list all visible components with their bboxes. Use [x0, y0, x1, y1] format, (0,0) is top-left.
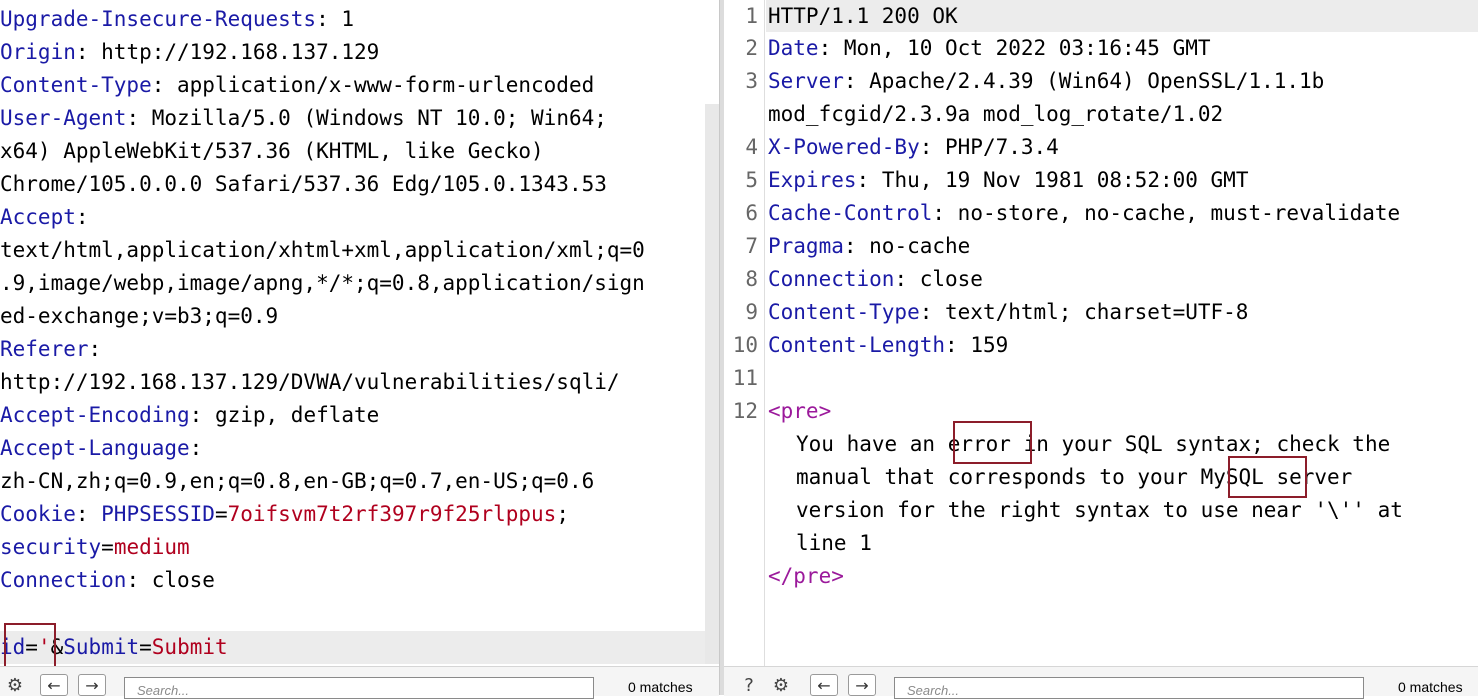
line-number: 12 — [732, 399, 758, 423]
request-header-continuation: Chrome/105.0.0.0 Safari/537.36 Edg/105.0… — [0, 172, 607, 196]
request-search-input[interactable]: Search... — [124, 677, 594, 699]
response-header-line: Content-Length: 159 — [768, 333, 1009, 357]
next-match-button[interactable]: → — [78, 674, 106, 696]
line-number: 5 — [745, 168, 758, 192]
request-header-continuation: .9,image/webp,image/apng,*/*;q=0.8,appli… — [0, 271, 645, 295]
response-header-line: Date: Mon, 10 Oct 2022 03:16:45 GMT — [768, 36, 1211, 60]
line-number: 2 — [745, 36, 758, 60]
error-message-line: line 1 — [796, 531, 872, 555]
request-header-line: User-Agent: Mozilla/5.0 (Windows NT 10.0… — [0, 106, 607, 130]
line-number: 9 — [745, 300, 758, 324]
request-header-line: Connection: close — [0, 568, 215, 592]
gutter-divider — [764, 0, 765, 666]
response-header-line: Cache-Control: no-store, no-cache, must-… — [768, 201, 1401, 225]
request-editor[interactable]: Upgrade-Insecure-Requests: 1 Origin: htt… — [0, 0, 720, 666]
request-header-line: Accept-Encoding: gzip, deflate — [0, 403, 380, 427]
request-header-line: Referer: — [0, 337, 102, 361]
mysql-highlight-box — [1228, 456, 1307, 498]
cookie-header-line: Cookie: PHPSESSID=7oifsvm7t2rf397r9f25rl… — [0, 502, 569, 526]
status-line: HTTP/1.1 200 OK — [768, 4, 958, 28]
gear-icon[interactable]: ⚙ — [770, 675, 792, 696]
line-number: 1 — [745, 4, 758, 28]
prev-match-button[interactable]: ← — [40, 674, 68, 696]
error-message-line: version for the right syntax to use near… — [796, 498, 1403, 522]
response-header-line: Pragma: no-cache — [768, 234, 971, 258]
line-number: 3 — [745, 69, 758, 93]
line-number: 7 — [745, 234, 758, 258]
response-header-line: Connection: close — [768, 267, 983, 291]
request-header-continuation: http://192.168.137.129/DVWA/vulnerabilit… — [0, 370, 620, 394]
response-match-count: 0 matches — [1398, 679, 1463, 695]
response-header-line: Expires: Thu, 19 Nov 1981 08:52:00 GMT — [768, 168, 1249, 192]
gear-icon[interactable]: ⚙ — [4, 675, 26, 696]
request-header-line: Content-Type: application/x-www-form-url… — [0, 73, 595, 97]
request-header-continuation: text/html,application/xhtml+xml,applicat… — [0, 238, 645, 262]
arrow-left-icon: ← — [817, 675, 831, 695]
arrow-right-icon: → — [85, 675, 99, 695]
line-number: 4 — [745, 135, 758, 159]
cookie-header-continuation: security=medium — [0, 535, 190, 559]
request-search-toolbar: ⚙ ← → Search... 0 matches — [0, 666, 719, 699]
response-header-line: X-Powered-By: PHP/7.3.4 — [768, 135, 1059, 159]
html-open-tag: <pre> — [768, 399, 832, 423]
line-number: 11 — [732, 366, 758, 390]
prev-match-button[interactable]: ← — [810, 674, 838, 696]
request-scrollbar[interactable] — [705, 104, 719, 664]
response-header-continuation: mod_fcgid/2.3.9a mod_log_rotate/1.02 — [768, 102, 1224, 126]
arrow-left-icon: ← — [47, 675, 61, 695]
request-header-line: Origin: http://192.168.137.129 — [0, 40, 380, 64]
line-number: 10 — [732, 333, 758, 357]
request-header-continuation: zh-CN,zh;q=0.9,en;q=0.8,en-GB;q=0.7,en-U… — [0, 469, 595, 493]
help-icon[interactable]: ? — [738, 675, 760, 696]
html-close-tag: </pre> — [768, 564, 844, 588]
response-viewer[interactable]: 1 2 3 4 5 6 7 8 9 10 11 12 HTTP/1.1 200 … — [724, 0, 1478, 666]
arrow-right-icon: → — [855, 675, 869, 695]
error-highlight-box — [953, 421, 1032, 464]
next-match-button[interactable]: → — [848, 674, 876, 696]
line-number: 8 — [745, 267, 758, 291]
request-header-line: Accept-Language: — [0, 436, 203, 460]
request-header-continuation: x64) AppleWebKit/537.36 (KHTML, like Gec… — [0, 139, 544, 163]
response-search-input[interactable]: Search... — [894, 677, 1364, 699]
response-search-toolbar: ? ⚙ ← → Search... 0 matches — [724, 666, 1478, 699]
response-header-line: Content-Type: text/html; charset=UTF-8 — [768, 300, 1249, 324]
request-header-continuation: ed-exchange;v=b3;q=0.9 — [0, 304, 279, 328]
injection-highlight-box — [4, 623, 56, 666]
line-number: 6 — [745, 201, 758, 225]
response-header-line: Server: Apache/2.4.39 (Win64) OpenSSL/1.… — [768, 69, 1325, 93]
request-header-line: Accept: — [0, 205, 89, 229]
request-match-count: 0 matches — [628, 679, 693, 695]
request-header-line: Upgrade-Insecure-Requests: 1 — [0, 7, 355, 31]
